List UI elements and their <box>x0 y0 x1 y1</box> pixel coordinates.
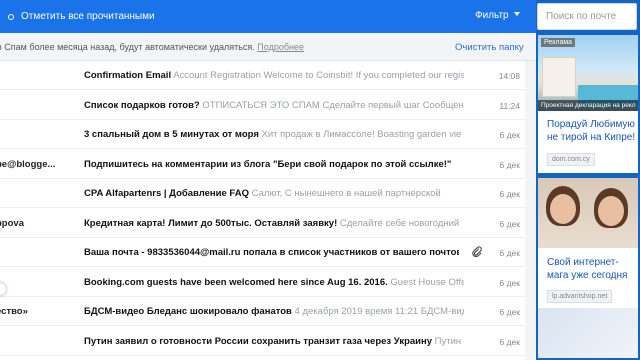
message-date: 6 дек <box>499 130 521 140</box>
message-date: 6 дек <box>499 159 521 170</box>
ad-caption: Проектная декларация на рекл <box>538 100 638 111</box>
spam-notice: в Спам более месяца назад, будут автомат… <box>0 33 536 61</box>
message-subject: CPA Alfapartenrs | Добавление FAQ <box>84 188 249 199</box>
scrollbar[interactable] <box>525 61 536 360</box>
message-date: 6 дек <box>499 248 521 258</box>
mail-spam-page: Отметить все прочитанными Фильтр Поиск п… <box>0 0 640 360</box>
person-face <box>550 194 576 224</box>
message-row[interactable]: Список подарков готов? ОТПИСАТЬСЯ ЭТО СП… <box>0 91 536 120</box>
message-date: 6 дек <box>499 277 521 288</box>
chevron-down-icon[interactable] <box>514 12 520 16</box>
message-subject: Список подарков готов? <box>84 99 200 111</box>
message-row[interactable]: CPA Alfapartenrs | Добавление FAQ Салют,… <box>0 179 536 208</box>
message-text: Путин заявил о готовности России сохрани… <box>84 336 464 347</box>
message-sender: be@blogge... <box>0 158 56 170</box>
message-row[interactable]: ppova Кредитная карта! Лимит до 500тыс. … <box>0 209 536 238</box>
message-row[interactable]: Путин заявил о готовности России сохрани… <box>0 327 536 356</box>
message-row[interactable]: Ваша почта - 9833536044@mail.ru попала в… <box>0 238 536 267</box>
message-row[interactable]: 3 спальный дом в 5 минутах от моря Хит п… <box>0 120 536 149</box>
message-snippet: 4 декабря 2019 время 11:21 БДСМ-видео <box>294 306 464 317</box>
message-snippet: Guest House Offe <box>390 276 464 288</box>
message-subject: Confirmation Email <box>84 70 172 81</box>
ad-banner[interactable]: Реклама Проектная декларация на рекл Пор… <box>538 35 638 173</box>
ad-image <box>538 178 638 248</box>
message-date: 6 дек <box>499 336 521 347</box>
more-link[interactable]: Подробнее <box>257 42 304 52</box>
search-input[interactable]: Поиск по почте <box>537 3 637 30</box>
notice-text: в Спам более месяца назад, будут автомат… <box>0 42 304 52</box>
message-date: 6 дек <box>499 307 521 317</box>
message-sender: ество» <box>0 306 28 317</box>
message-row[interactable]: Booking.com guests have been welcomed he… <box>0 268 536 297</box>
toolbar: Отметить все прочитанными Фильтр <box>0 0 536 33</box>
message-date: 14:08 <box>498 71 520 81</box>
message-snippet: Хит продаж в Лимассоле! Boasting garden … <box>261 129 462 140</box>
message-subject: 3 спальный дом в 5 минутах от моря <box>84 129 259 140</box>
ad-banner[interactable]: Свой интернет-мага уже сегодня lp.advant… <box>538 178 638 358</box>
message-date: 11:24 <box>499 100 520 111</box>
person-face <box>598 196 624 226</box>
message-row[interactable]: be@blogge... Подпишитесь на комментарии … <box>0 150 536 179</box>
filter-button[interactable]: Фильтр <box>475 10 509 21</box>
message-subject: Кредитная карта! Лимит до 500тыс. Оставл… <box>84 217 338 229</box>
message-sender: ppova <box>0 217 24 229</box>
message-text: БДСМ-видео Бледанс шокировало фанатов 4 … <box>84 306 464 317</box>
message-subject: Подпишитесь на комментарии из блога "Бер… <box>84 158 452 170</box>
message-subject: Путин заявил о готовности России сохрани… <box>84 335 433 347</box>
message-subject: Booking.com guests have been welcomed he… <box>84 276 388 288</box>
ad-label: Реклама <box>541 38 576 47</box>
message-snippet: Account Registration Welcome to Coinsbit… <box>173 70 464 81</box>
ad-domain[interactable]: lp.advantshop.net <box>547 290 613 303</box>
message-text: Booking.com guests have been welcomed he… <box>84 277 464 288</box>
message-list: Confirmation Email Account Registration … <box>0 61 536 360</box>
notice-message: в Спам более месяца назад, будут автомат… <box>0 42 255 52</box>
message-subject: Ваша почта - 9833536044@mail.ru попала в… <box>84 247 459 258</box>
message-row[interactable]: Confirmation Email Account Registration … <box>0 61 536 90</box>
ad-title[interactable]: Свой интернет-мага уже сегодня <box>547 256 637 282</box>
attachment-icon <box>472 246 482 258</box>
message-date: 6 дек <box>499 218 521 229</box>
message-snippet: Путин за <box>434 335 464 347</box>
message-snippet: Сделайте себе новогодний <box>339 217 460 229</box>
message-snippet: Салют, С нынешнего в нашей партнерской <box>251 188 441 199</box>
message-text: Список подарков готов? ОТПИСАТЬСЯ ЭТО СП… <box>84 100 464 111</box>
message-subject: БДСМ-видео Бледанс шокировало фанатов <box>84 306 292 317</box>
message-snippet: ОТПИСАТЬСЯ ЭТО СПАМ Сделайте первый шаг … <box>202 99 464 111</box>
ad-image <box>538 308 638 358</box>
message-text: Confirmation Email Account Registration … <box>84 70 464 81</box>
message-text: CPA Alfapartenrs | Добавление FAQ Салют,… <box>84 188 464 199</box>
ad-title[interactable]: Порадуй Любимую не тирой на Кипре! <box>547 118 637 144</box>
ad-domain[interactable]: dom.com.cy <box>547 153 595 166</box>
mark-read-icon[interactable] <box>8 13 14 20</box>
message-row[interactable]: ество» БДСМ-видео Бледанс шокировало фан… <box>0 297 536 326</box>
ad-column: Реклама Проектная декларация на рекл Пор… <box>536 33 640 360</box>
message-text: Кредитная карта! Лимит до 500тыс. Оставл… <box>84 218 464 229</box>
message-date: 6 дек <box>499 189 521 199</box>
message-text: 3 спальный дом в 5 минутах от моря Хит п… <box>84 129 464 140</box>
mark-all-read-button[interactable]: Отметить все прочитанными <box>21 11 155 22</box>
clean-folder-button[interactable]: Очистить папку <box>455 42 524 53</box>
ad-image: Реклама Проектная декларация на рекл <box>538 35 638 111</box>
building-shape <box>542 57 576 97</box>
message-text: Ваша почта - 9833536044@mail.ru попала в… <box>84 247 459 258</box>
message-text: Подпишитесь на комментарии из блога "Бер… <box>84 159 464 170</box>
